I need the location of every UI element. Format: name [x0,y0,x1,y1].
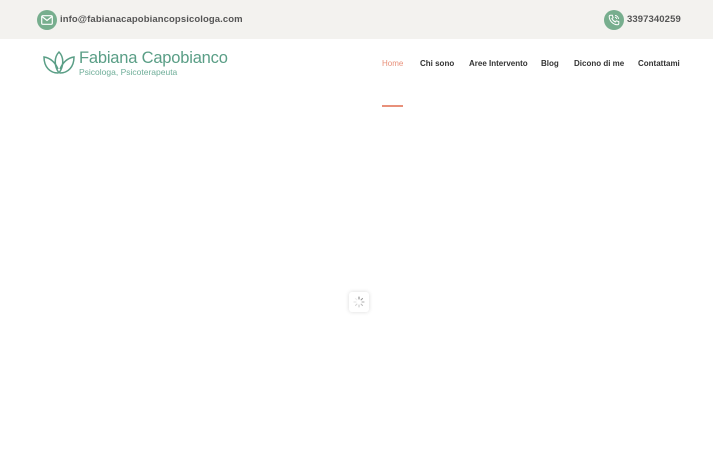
nav-dicono-di-me[interactable]: Dicono di me [574,59,624,68]
phone-contact[interactable]: 3397340259 [604,9,681,30]
nav-chi-sono[interactable]: Chi sono [420,59,454,68]
phone-icon [604,9,624,30]
site-header: Fabiana Capobianco Psicologa, Psicoterap… [0,39,713,107]
email-address[interactable]: info@fabianacapobiancopsicologa.com [60,14,243,25]
top-contact-bar: info@fabianacapobiancopsicologa.com 3397… [0,0,713,39]
email-contact[interactable]: info@fabianacapobiancopsicologa.com [37,9,243,30]
page-loader [349,292,369,312]
main-navigation: Home Chi sono Aree Intervento Blog Dicon… [0,59,713,107]
mail-icon [37,9,57,30]
nav-home[interactable]: Home [382,59,403,68]
loading-spinner-icon [353,296,365,308]
active-nav-indicator [382,105,403,107]
nav-contattami[interactable]: Contattami [638,59,680,68]
nav-aree-intervento[interactable]: Aree Intervento [469,59,528,68]
nav-blog[interactable]: Blog [541,59,559,68]
phone-number[interactable]: 3397340259 [627,14,681,25]
